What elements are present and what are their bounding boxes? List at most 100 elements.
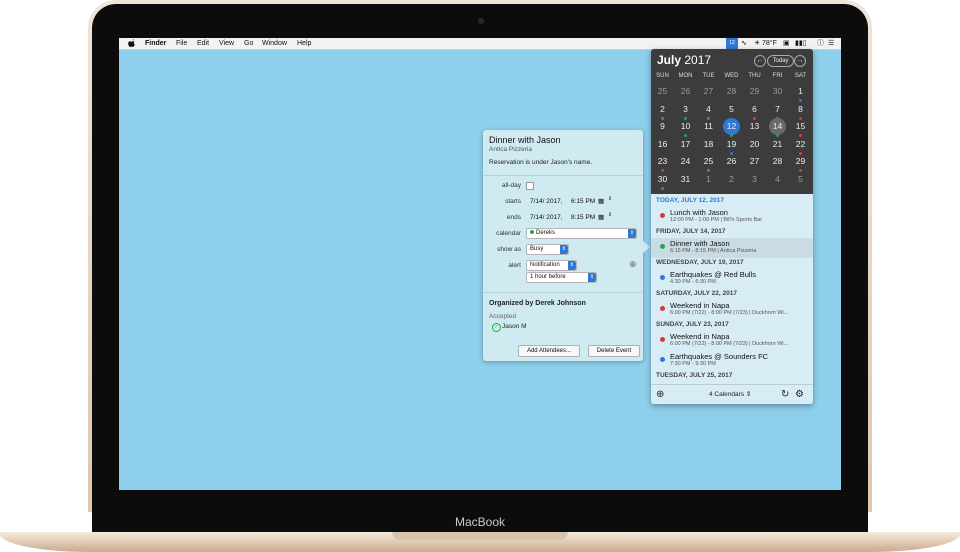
calendar-day[interactable]: 9 [651,118,674,135]
calendar-day[interactable]: 26 [720,153,743,170]
agenda-event[interactable]: Weekend in Napa 6:00 PM (7/22) - 8:00 PM … [651,331,813,351]
calendar-day[interactable]: 12 [720,118,743,138]
calendar-day[interactable]: 17 [674,136,697,153]
calendar-day[interactable]: 23 [651,153,674,173]
calendar-day[interactable]: 20 [743,136,766,153]
calendar-day[interactable]: 1 [789,83,812,102]
ends-date[interactable]: 7/14/ 2017, [530,214,563,221]
calendar-day[interactable]: 2 [651,101,674,120]
delete-event-button[interactable]: Delete Event [588,345,640,357]
calendar-day[interactable]: 4 [766,171,789,188]
battery-icon[interactable]: ▮▮▯ [795,39,807,48]
accepted-check-icon: ✓ [492,323,501,332]
menu-finder[interactable]: Finder [145,39,166,48]
calendar-select[interactable]: Dereks ⇕ [526,228,637,239]
calendar-day[interactable]: 5 [789,171,812,188]
starts-label: starts [505,198,521,205]
calendar-day[interactable]: 3 [743,171,766,188]
add-alert-icon[interactable]: ⊕ [629,259,637,270]
ends-stepper-icon[interactable]: ⇕ [608,212,612,218]
temperature[interactable]: 78°F [762,39,777,48]
next-month-icon[interactable]: → [794,55,806,67]
allday-label: all-day [501,182,521,189]
add-attendees-button[interactable]: Add Attendees... [518,345,580,357]
calendar-day[interactable]: 22 [789,136,812,155]
showas-select[interactable]: Busy ⇕ [526,244,569,255]
calendar-day[interactable]: 2 [720,171,743,188]
window-icon[interactable]: ▣ [783,39,790,48]
calendar-day[interactable]: 27 [697,83,720,100]
calendar-day[interactable]: 4 [697,101,720,120]
calendar-day[interactable]: 11 [697,118,720,135]
calendar-day[interactable]: 25 [697,153,720,173]
calendar-day[interactable]: 6 [743,101,766,120]
ends-calendar-icon[interactable]: ▦ [598,213,604,221]
calendar-day[interactable]: 5 [720,101,743,118]
event-title[interactable]: Dinner with Jason [489,135,561,145]
list-icon[interactable]: ☰ [828,39,834,48]
refresh-icon[interactable]: ↻ [781,389,789,400]
add-event-icon[interactable]: ⊕ [656,389,664,400]
calendar-popover: July 2017 ← Today → SUN MON TUE WED THU FRI SA… [651,49,813,404]
event-location[interactable]: Antica Pizzeria [489,146,532,153]
calendar-day[interactable]: 26 [674,83,697,100]
calendar-day[interactable]: 21 [766,136,789,153]
calendar-day[interactable]: 24 [674,153,697,170]
info-icon[interactable]: ⓘ [817,39,824,48]
calendar-menu-icon[interactable]: 12 [726,38,738,49]
agenda-event[interactable]: Dinner with Jason 6:15 PM - 8:15 PM | Ant… [651,238,813,258]
calendar-day[interactable]: 29 [743,83,766,100]
starts-time[interactable]: 6:15 PM [571,198,595,205]
calendar-day[interactable]: 8 [789,101,812,120]
calendar-day[interactable]: 18 [697,136,720,153]
agenda-list[interactable]: TODAY, JULY 12, 2017 Lunch with Jason 12:0… [651,194,813,384]
menu-edit[interactable]: Edit [197,39,209,48]
calendar-day[interactable]: 10 [674,118,697,138]
calendar-day[interactable]: 30 [766,83,789,100]
calendar-day[interactable]: 31 [674,171,697,188]
calendar-day[interactable]: 28 [720,83,743,100]
agenda-event[interactable]: Weekend in Napa 6:00 PM (7/22) - 8:00 PM … [651,300,813,320]
menu-go[interactable]: Go [244,39,253,48]
menu-window[interactable]: Window [262,39,287,48]
gear-icon[interactable]: ⚙ [795,389,804,400]
attendee[interactable]: Jason M [502,323,527,330]
menu-view[interactable]: View [219,39,234,48]
starts-stepper-icon[interactable]: ⇕ [608,196,612,202]
alert-select[interactable]: Notification ⇕ [526,260,577,271]
calendar-day[interactable]: 7 [766,101,789,120]
calendar-day[interactable]: 15 [789,118,812,138]
calendar-day[interactable]: 3 [674,101,697,120]
menu-file[interactable]: File [176,39,187,48]
apple-menu-icon[interactable] [128,39,135,47]
event-notes[interactable]: Reservation is under Jason's name. [489,159,592,166]
today-button[interactable]: Today [767,55,794,67]
alert-time-select[interactable]: 1 hour before ⇕ [526,272,597,283]
agenda-event[interactable]: Earthquakes @ Sounders FC 7:30 PM - 9:30 … [651,351,813,371]
calendar-day[interactable]: 28 [766,153,789,170]
ends-time[interactable]: 8:15 PM [571,214,595,221]
calendar-day[interactable]: 16 [651,136,674,153]
allday-checkbox[interactable] [526,182,534,190]
calendar-day[interactable]: 27 [743,153,766,170]
calendar-day[interactable]: 13 [743,118,766,135]
menu-help[interactable]: Help [297,39,311,48]
calendar-day[interactable]: 25 [651,83,674,100]
event-time: 7:30 PM - 9:30 PM [670,361,716,367]
agenda-event[interactable]: Lunch with Jason 12:00 PM - 1:00 PM | Bil… [651,207,813,227]
calendar-day[interactable]: 30 [651,171,674,190]
starts-date[interactable]: 7/14/ 2017, [530,198,563,205]
agenda-date-header: SUNDAY, JULY 23, 2017 [656,321,729,328]
starts-calendar-icon[interactable]: ▦ [598,197,604,205]
wifi-icon[interactable]: ∿ [741,39,747,48]
calendar-color-dot [660,275,665,280]
desktop[interactable]: Finder File Edit View Go Window Help 12 … [119,38,841,490]
calendar-day[interactable]: 14 [766,118,789,138]
calendar-day[interactable]: 29 [789,153,812,173]
prev-month-icon[interactable]: ← [754,55,766,67]
calendar-day[interactable]: 19 [720,136,743,155]
alert-label: alert [508,262,521,269]
agenda-event[interactable]: Earthquakes @ Red Bulls 4:30 PM - 6:30 PM [651,269,813,289]
calendar-day[interactable]: 1 [697,171,720,188]
calendars-selector[interactable]: 4 Calendars ⇕ [709,390,751,398]
